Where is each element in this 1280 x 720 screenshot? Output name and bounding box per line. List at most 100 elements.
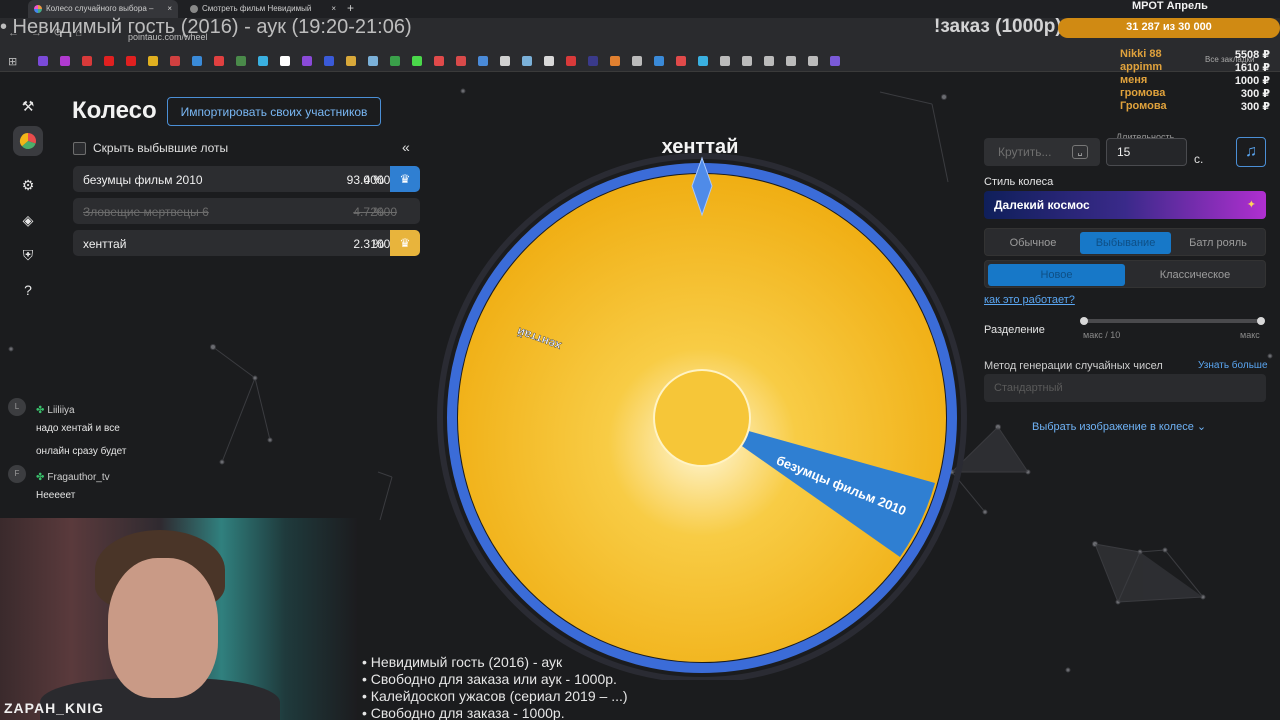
bookmark-favicon-icon[interactable] xyxy=(764,56,774,66)
donor-row: Nikki 88 5508 ₽ xyxy=(1120,48,1270,61)
lot-name: хенттай xyxy=(83,237,127,251)
page-title: Колесо xyxy=(72,97,157,124)
bookmark-favicon-icon[interactable] xyxy=(544,56,554,66)
type-classic-option[interactable]: Классическое xyxy=(1127,264,1263,286)
lot-row-eliminated[interactable]: Зловещие мертвецы 6 2000 4.7 % xyxy=(73,198,420,224)
bookmark-favicon-icon[interactable] xyxy=(654,56,664,66)
stream-schedule-list: • Невидимый гость (2016) - аук • Свободн… xyxy=(362,654,628,720)
gear-icon[interactable]: ⚙ xyxy=(13,170,43,200)
bookmark-favicon-icon[interactable] xyxy=(676,56,686,66)
bookmark-favicon-icon[interactable] xyxy=(588,56,598,66)
rng-learn-more-link[interactable]: Узнать больше xyxy=(1198,360,1268,371)
lot-row[interactable]: безумцы фильм 2010 40000 93.0 % ♛ xyxy=(73,166,420,192)
bookmark-favicon-icon[interactable] xyxy=(522,56,532,66)
spin-label: Крутить... xyxy=(998,145,1052,159)
bookmark-favicon-icon[interactable] xyxy=(808,56,818,66)
wheel-type-selector: Новое Классическое xyxy=(984,260,1266,288)
collapse-panel-icon[interactable]: « xyxy=(402,139,410,155)
bookmark-favicon-icon[interactable] xyxy=(346,56,356,66)
stream-title-overlay: • Невидимый гость (2016) - аук (19:20-21… xyxy=(0,16,412,38)
mode-battle-royale-option[interactable]: Батл рояль xyxy=(1175,232,1261,254)
schedule-item: • Калейдоскоп ужасов (сериал 2019 – ...) xyxy=(362,688,628,704)
bookmark-favicon-icon[interactable] xyxy=(500,56,510,66)
wheel-style-value: Далекий космос xyxy=(994,198,1090,212)
hide-eliminated-toggle[interactable]: Скрыть выбывшие лоты xyxy=(73,141,229,156)
bookmark-favicon-icon[interactable] xyxy=(280,56,290,66)
bookmark-favicon-icon[interactable] xyxy=(104,56,114,66)
bookmark-favicon-icon[interactable] xyxy=(742,56,752,66)
bookmark-favicon-icon[interactable] xyxy=(236,56,246,66)
bookmark-favicon-icon[interactable] xyxy=(60,56,70,66)
bookmark-favicon-icon[interactable] xyxy=(456,56,466,66)
lot-color-icon[interactable]: ♛ xyxy=(390,166,420,192)
bookmark-favicon-icon[interactable] xyxy=(698,56,708,66)
hide-eliminated-label: Скрыть выбывшие лоты xyxy=(93,141,229,155)
shield-icon[interactable]: ⛨ xyxy=(13,240,43,270)
tab-title: Колесо случайного выбора – xyxy=(46,4,154,13)
bookmark-favicon-icon[interactable] xyxy=(192,56,202,66)
lot-row[interactable]: хенттай 1000 2.3 % ♛ xyxy=(73,230,420,256)
choose-wheel-image-button[interactable]: Выбрать изображение в колесе ⌄ xyxy=(1032,420,1206,433)
bookmark-favicon-icon[interactable] xyxy=(258,56,268,66)
mode-normal-option[interactable]: Обычное xyxy=(989,232,1077,254)
bookmark-favicon-icon[interactable] xyxy=(214,56,224,66)
split-slider-knob-max[interactable] xyxy=(1257,317,1265,325)
bookmark-favicon-icon[interactable] xyxy=(830,56,840,66)
import-participants-button[interactable]: Импортировать своих участников xyxy=(167,97,381,126)
help-icon[interactable]: ? xyxy=(13,275,43,305)
bookmark-favicon-icon[interactable] xyxy=(632,56,642,66)
wheel-style-select[interactable]: Далекий космос ✦ xyxy=(984,191,1266,219)
bookmark-favicon-icon[interactable] xyxy=(38,56,48,66)
wheel-pie-icon[interactable] xyxy=(13,126,43,156)
bookmark-favicon-icon[interactable] xyxy=(434,56,444,66)
bookmark-favicon-icon[interactable] xyxy=(610,56,620,66)
apps-grid-icon[interactable]: ⊞ xyxy=(8,55,17,68)
wheel-favicon-icon xyxy=(34,5,42,13)
split-slider-knob-min[interactable] xyxy=(1080,317,1088,325)
music-note-icon[interactable]: ♫ xyxy=(1236,137,1266,167)
spacebar-icon: ␣ xyxy=(1072,145,1088,159)
rng-method-select[interactable]: Стандартный xyxy=(984,374,1266,402)
lot-name: Зловещие мертвецы 6 xyxy=(83,205,209,219)
type-new-option[interactable]: Новое xyxy=(988,264,1125,286)
bookmark-favicon-icon[interactable] xyxy=(412,56,422,66)
lot-color-icon[interactable]: ♛ xyxy=(390,230,420,256)
bookmark-favicon-icon[interactable] xyxy=(720,56,730,66)
bookmark-favicon-icon[interactable] xyxy=(126,56,136,66)
lot-percent: 4.7 % xyxy=(353,205,384,219)
bookmark-favicon-icon[interactable] xyxy=(170,56,180,66)
donor-amount: 5508 ₽ xyxy=(1234,49,1270,61)
bookmark-favicon-icon[interactable] xyxy=(566,56,576,66)
duration-input[interactable]: 15 xyxy=(1106,138,1187,166)
goal-title: МРОТ Апрель xyxy=(1132,0,1208,12)
new-tab-button[interactable]: + xyxy=(347,1,354,15)
chat-avatar: L xyxy=(8,398,26,416)
wheel[interactable] xyxy=(430,140,970,680)
bookmark-favicon-icon[interactable] xyxy=(786,56,796,66)
donor-name: Nikki 88 xyxy=(1120,48,1162,60)
hide-eliminated-checkbox[interactable] xyxy=(73,142,86,156)
layers-icon[interactable]: ◈ xyxy=(13,205,43,235)
rng-method-label: Метод генерации случайных чисел xyxy=(984,360,1163,372)
mode-elimination-option[interactable]: Выбывание xyxy=(1080,232,1171,254)
bookmark-favicon-icon[interactable] xyxy=(302,56,312,66)
split-max-label: макс xyxy=(1240,330,1260,340)
bookmark-favicon-icon[interactable] xyxy=(148,56,158,66)
spin-button[interactable]: Крутить... ␣ xyxy=(984,138,1100,166)
chat-message: надо хентай и все xyxy=(36,423,120,434)
split-slider-track[interactable] xyxy=(1083,319,1263,323)
lot-percent: 93.0 % xyxy=(346,173,384,187)
duration-unit: с. xyxy=(1194,152,1204,166)
bookmark-favicon-icon[interactable] xyxy=(324,56,334,66)
auction-hammer-icon[interactable]: ⚒ xyxy=(13,91,43,121)
chat-message: Нееееет xyxy=(36,490,76,501)
bookmark-favicon-icon[interactable] xyxy=(368,56,378,66)
chevron-down-icon: ⌄ xyxy=(1196,421,1207,433)
bookmark-favicon-icon[interactable] xyxy=(478,56,488,66)
wheel-center-hub xyxy=(653,369,751,467)
bookmark-favicon-icon[interactable] xyxy=(390,56,400,66)
how-it-works-link[interactable]: как это работает? xyxy=(984,294,1075,306)
bookmark-favicon-icon[interactable] xyxy=(82,56,92,66)
goal-progress-text: 31 287 из 30 000 xyxy=(1126,21,1212,33)
movie-favicon-icon xyxy=(190,5,198,13)
